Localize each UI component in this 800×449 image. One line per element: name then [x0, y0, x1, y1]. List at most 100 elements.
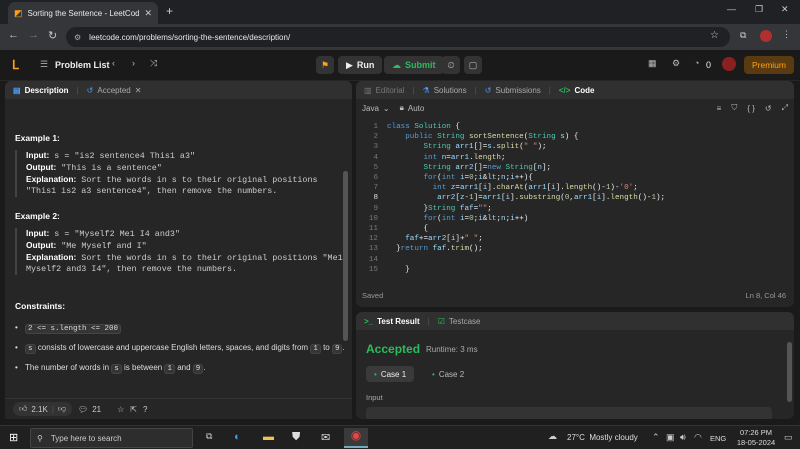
fullscreen-icon[interactable]: ⤢ [782, 103, 788, 113]
run-button[interactable]: ▶ Run [338, 56, 383, 74]
back-icon[interactable]: ← [8, 29, 19, 41]
code-editor[interactable]: 1 class Solution {2 public String sortSen… [360, 122, 790, 282]
clock-time[interactable]: 07:26 PM [736, 428, 776, 437]
tab-code[interactable]: </> Code [559, 86, 595, 95]
language-indicator[interactable]: ENG [710, 434, 726, 443]
line-number: 8 [373, 194, 378, 203]
close-tab-icon[interactable]: ✕ [144, 8, 152, 19]
code-line[interactable]: 11 { [360, 224, 790, 234]
volume-icon[interactable]: 🔊︎ [680, 432, 686, 443]
close-accepted-icon[interactable]: ✕ [135, 86, 142, 95]
minimize-icon[interactable]: — [727, 4, 736, 14]
tab-accepted[interactable]: ↺ Accepted ✕ [87, 86, 142, 95]
code-line[interactable]: 9 }String faf=""; [360, 204, 790, 214]
timer-button[interactable]: ⏲ [442, 56, 460, 74]
line-number: 13 [368, 245, 378, 254]
auto-mode[interactable]: 🔒︎ Auto [400, 103, 425, 113]
browser-tab[interactable]: ◩ Sorting the Sentence - LeetCod ✕ [8, 2, 158, 24]
profile-avatar[interactable] [760, 30, 772, 42]
code-line[interactable]: 5 String arr2[]=new String[n]; [360, 163, 790, 173]
code-line[interactable]: 6 for(int i=0;i&lt;n;i++){ [360, 173, 790, 183]
weather-cloud-icon[interactable]: ☁ [548, 431, 557, 442]
code-line[interactable]: 3 String arr1[]=s.split(" "); [360, 142, 790, 152]
language-select[interactable]: Java ⌄ [362, 104, 390, 113]
submit-button[interactable]: ☁ Submit [384, 56, 444, 74]
settings-gear-icon[interactable]: ⚙ [672, 58, 680, 69]
tab-description-label: Description [24, 85, 69, 95]
layout-icon[interactable]: ▦ [648, 58, 657, 69]
weather-text[interactable]: 27°C Mostly cloudy [567, 433, 638, 442]
tab-description[interactable]: ▤ Description [13, 86, 69, 95]
favorite-star-icon[interactable]: ☆ [117, 405, 124, 414]
code-line[interactable]: 14 [360, 255, 790, 265]
thumbs-up-icon: 👍︎ [19, 404, 28, 413]
format-icon[interactable]: ≡ [717, 104, 722, 113]
code-line[interactable]: 7 int z=arr1[i].charAt(arr1[i].length()-… [360, 183, 790, 193]
next-problem-icon[interactable]: › [132, 58, 135, 68]
user-avatar[interactable] [722, 57, 736, 71]
code-1: 1 [310, 344, 321, 354]
clock-date[interactable]: 18-05-2024 [736, 438, 776, 447]
share-icon[interactable]: ⇱ [130, 405, 137, 414]
taskbar-search-placeholder: Type here to search [50, 433, 122, 443]
reset-icon[interactable]: ↺ [765, 104, 772, 113]
site-info-icon[interactable]: ⚙ [74, 33, 81, 42]
code-line[interactable]: 4 int n=arr1.length; [360, 153, 790, 163]
code-line[interactable]: 8 arr2[z-1]=arr1[i].substring(0,arr1[i].… [360, 193, 790, 203]
tab-submissions[interactable]: ↺ Submissions [485, 86, 541, 95]
network-icon[interactable]: ▣ [666, 432, 675, 443]
wifi-icon[interactable]: ◠ [694, 432, 702, 443]
edge-browser-icon[interactable]: ◐ [234, 431, 241, 443]
thumbs-down-icon[interactable]: 👎︎ [58, 404, 66, 414]
leetcode-logo-icon[interactable]: ᒪ [12, 58, 19, 72]
bookmark-star-icon[interactable]: ☆ [710, 30, 719, 41]
menu-dots-icon[interactable]: ⋮ [782, 29, 791, 40]
help-icon[interactable]: ? [143, 405, 147, 414]
file-explorer-icon[interactable]: ▬ [263, 431, 274, 443]
code-line[interactable]: 2 public String sortSentence(String s) { [360, 132, 790, 142]
tray-chevron-up-icon[interactable]: ⌃ [652, 432, 660, 443]
code-line[interactable]: 12 faf+=arr2[i]+" "; [360, 234, 790, 244]
premium-button[interactable]: Premium [744, 56, 794, 74]
case-1-button[interactable]: • Case 1 [366, 366, 415, 382]
url-bar[interactable]: ⚙ leetcode.com/problems/sorting-the-sent… [66, 27, 730, 47]
problem-list-link[interactable]: Problem List [55, 60, 110, 70]
notifications-icon[interactable]: ▭ [784, 432, 793, 443]
constraint-1: 2 <= s.length <= 200 [25, 324, 122, 334]
window-close-icon[interactable]: ✕ [781, 4, 789, 15]
code-line[interactable]: 1 class Solution { [360, 122, 790, 132]
tab-solutions[interactable]: ⚗ Solutions [423, 86, 467, 95]
case-2-button[interactable]: • Case 2 [426, 366, 470, 382]
taskbar-search[interactable]: ⚲ Type here to search [30, 428, 193, 448]
forward-icon[interactable]: → [28, 29, 39, 41]
reload-icon[interactable]: ↻ [48, 29, 57, 42]
braces-icon[interactable]: { } [747, 104, 755, 113]
streak-fire-icon[interactable]: ◔ [694, 58, 699, 68]
code-line[interactable]: 13 }return faf.trim(); [360, 244, 790, 254]
comments-button[interactable]: 💬︎ 21 [78, 405, 101, 414]
tab-editorial[interactable]: ▥ Editorial [364, 86, 404, 95]
code-line[interactable]: 10 for(int i=0;i&lt;n;i++) [360, 214, 790, 224]
extensions-icon[interactable]: ⧉ [740, 30, 746, 41]
mail-icon[interactable]: ✉ [321, 431, 330, 444]
input-value-box [366, 407, 772, 419]
restore-icon[interactable]: ❐ [755, 4, 763, 15]
tab-testcase[interactable]: ☑ Testcase [438, 317, 481, 326]
debug-button[interactable]: ⚑ [316, 56, 334, 74]
new-tab-icon[interactable]: + [166, 4, 173, 18]
bookmark-icon[interactable]: ⛉ [731, 103, 737, 113]
chrome-icon[interactable]: ◉ [344, 428, 368, 448]
windows-start-icon[interactable]: ⊞ [9, 431, 18, 444]
notes-button[interactable]: ▢ [464, 56, 482, 74]
task-view-icon[interactable]: ⧉ [206, 431, 212, 442]
description-scrollbar[interactable] [343, 171, 348, 341]
lock-icon: 🔒︎ [399, 103, 404, 112]
history-icon: ↺ [484, 85, 492, 95]
prev-problem-icon[interactable]: ‹ [112, 58, 115, 68]
test-scrollbar[interactable] [787, 342, 792, 402]
code-line[interactable]: 15 } [360, 265, 790, 275]
tab-test-result[interactable]: >_ Test Result [364, 317, 420, 326]
store-icon[interactable]: ⛊ [292, 431, 300, 444]
shuffle-icon[interactable]: ⤨ [150, 58, 157, 69]
like-button[interactable]: 👍︎ 2.1K | 👎︎ [13, 402, 73, 416]
